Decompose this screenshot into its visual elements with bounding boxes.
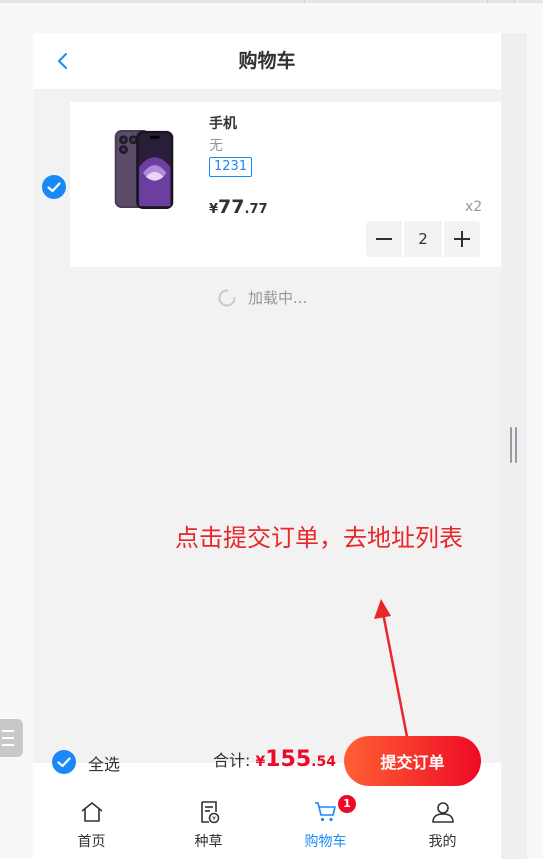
- tab-cart[interactable]: 1 购物车: [267, 790, 384, 850]
- window-top-border: [0, 0, 543, 3]
- tab-profile[interactable]: 我的: [384, 790, 501, 850]
- loading-text: 加载中...: [248, 289, 308, 307]
- plus-icon: [454, 231, 470, 247]
- side-menu-toggle[interactable]: [0, 719, 23, 757]
- total-symbol: ¥: [255, 754, 266, 770]
- tab-label: 我的: [428, 834, 457, 850]
- loading-spinner-icon: [218, 289, 236, 307]
- tab-home[interactable]: 首页: [33, 790, 150, 850]
- home-icon: [81, 802, 103, 822]
- item-count: x2: [465, 199, 483, 215]
- tab-label: 购物车: [304, 834, 347, 850]
- item-description: 无: [209, 138, 223, 154]
- tab-recommend[interactable]: ¥ 种草: [150, 790, 267, 850]
- select-all-label[interactable]: 全选: [88, 751, 120, 775]
- border-tick: [514, 0, 515, 3]
- page-title: 购物车: [238, 50, 296, 72]
- user-icon: [432, 802, 454, 823]
- item-checkbox-icon[interactable]: [42, 175, 66, 199]
- product-phone-image: [114, 129, 174, 210]
- price-decimal: .77: [244, 202, 268, 217]
- item-tag: 1231: [209, 157, 253, 177]
- border-tick: [487, 0, 488, 3]
- annotation-text: 点击提交订单，去地址列表: [175, 524, 463, 552]
- item-price: ¥77.77: [209, 196, 268, 218]
- price-symbol: ¥: [209, 202, 219, 217]
- total-label: 合计:: [213, 751, 256, 770]
- total-integer: 155: [265, 747, 312, 772]
- item-title: 手机: [209, 116, 237, 132]
- minus-icon: [376, 238, 392, 240]
- nav-bar: 购物车: [33, 33, 501, 89]
- submit-order-button[interactable]: 提交订单: [344, 736, 481, 786]
- resize-handle[interactable]: [510, 427, 517, 463]
- total-decimal: .54: [311, 754, 336, 770]
- cart-icon: [315, 802, 336, 822]
- increase-button[interactable]: [444, 221, 480, 257]
- receipt-icon: ¥: [201, 801, 220, 824]
- border-tick: [304, 0, 305, 3]
- annotation-arrow-icon: [374, 599, 411, 748]
- select-all-checkbox-icon[interactable]: [52, 750, 76, 774]
- total-price: 合计: ¥155.54: [213, 747, 336, 772]
- cart-badge: 1: [338, 795, 356, 813]
- price-integer: 77: [218, 196, 245, 218]
- svg-text:¥: ¥: [212, 816, 216, 823]
- quantity-input[interactable]: [404, 221, 442, 257]
- tab-label: 种草: [194, 834, 223, 850]
- decrease-button[interactable]: [366, 221, 402, 257]
- tab-label: 首页: [77, 834, 106, 850]
